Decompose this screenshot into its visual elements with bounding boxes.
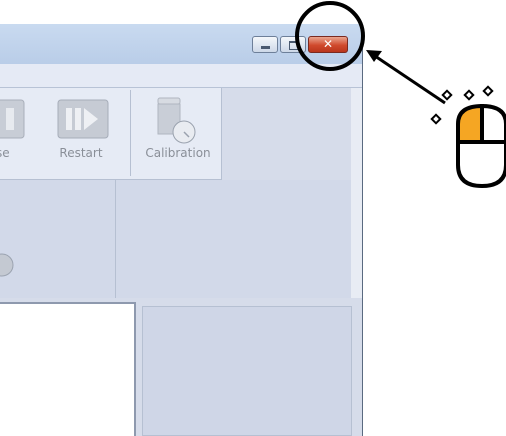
- instruction-overlay: [295, 1, 506, 189]
- close-button-highlight-circle: [295, 1, 365, 71]
- pointer-arrow: [371, 52, 446, 105]
